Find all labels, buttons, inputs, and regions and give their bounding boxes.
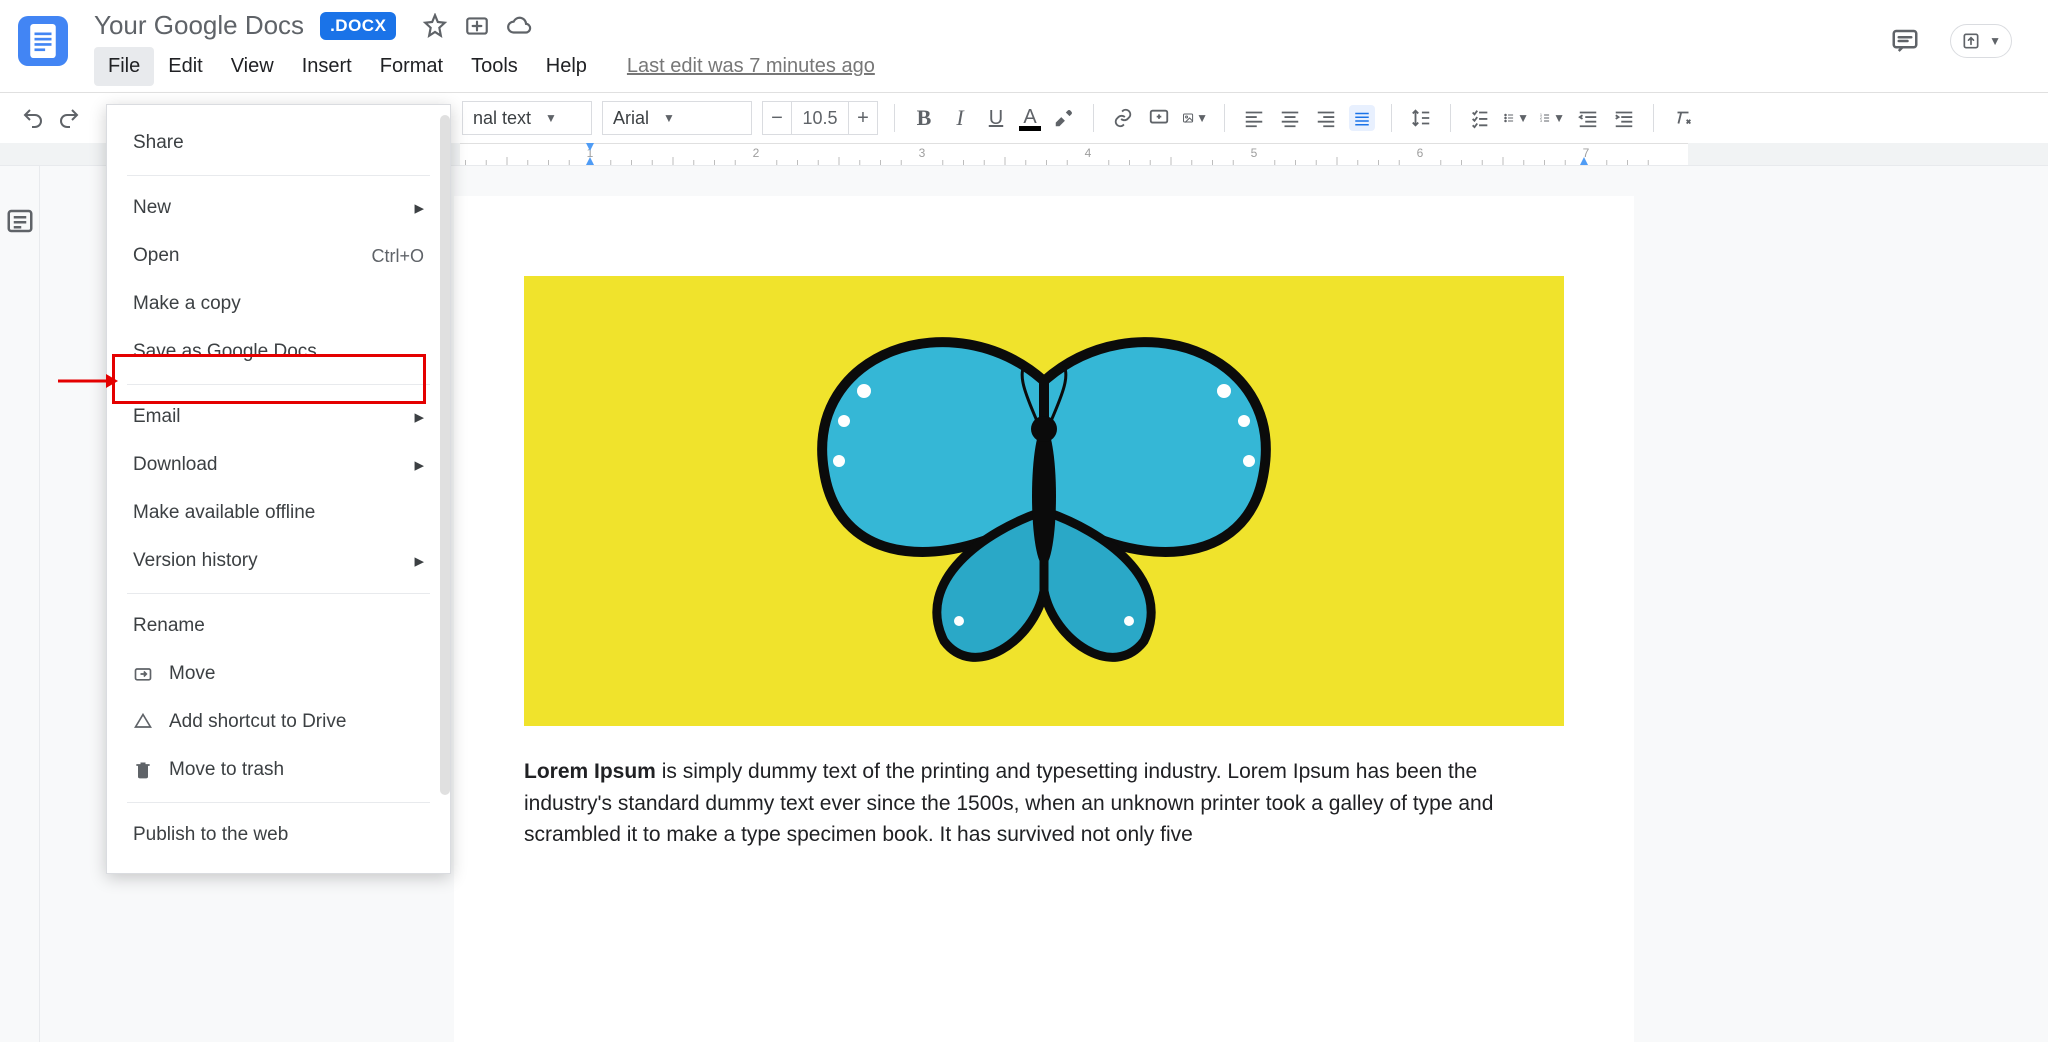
document-title[interactable]: Your Google Docs [94, 10, 304, 41]
chevron-down-icon: ▼ [663, 111, 675, 125]
font-dropdown[interactable]: Arial ▼ [602, 101, 752, 135]
bulleted-list-button[interactable]: ▼ [1503, 105, 1529, 131]
menu-download[interactable]: Download▸ [107, 441, 450, 489]
document-page[interactable]: Lorem Ipsum is simply dummy text of the … [454, 196, 1634, 1042]
svg-text:3: 3 [1540, 119, 1542, 123]
insert-image-button[interactable]: ▼ [1182, 105, 1208, 131]
align-center-button[interactable] [1277, 105, 1303, 131]
menu-new[interactable]: New▸ [107, 184, 450, 232]
svg-text:3: 3 [919, 146, 926, 160]
submenu-icon: ▸ [414, 550, 424, 573]
document-body[interactable]: Lorem Ipsum is simply dummy text of the … [524, 756, 1564, 851]
menu-open[interactable]: OpenCtrl+O [107, 232, 450, 280]
add-comment-button[interactable] [1146, 105, 1172, 131]
drive-shortcut-icon [133, 712, 155, 732]
menu-save-as-google-docs[interactable]: Save as Google Docs [107, 328, 450, 376]
share-button[interactable]: ▼ [1950, 24, 2012, 58]
font-size-field[interactable]: 10.5 [792, 101, 848, 135]
comments-icon[interactable] [1890, 26, 1920, 56]
star-icon[interactable] [422, 13, 448, 39]
menu-file[interactable]: File [94, 47, 154, 86]
underline-button[interactable]: U [983, 105, 1009, 131]
italic-button[interactable]: I [947, 105, 973, 131]
docs-logo[interactable] [18, 16, 68, 66]
chevron-down-icon: ▼ [1517, 111, 1529, 125]
chevron-down-icon: ▼ [1196, 111, 1208, 125]
align-right-button[interactable] [1313, 105, 1339, 131]
menu-version-history[interactable]: Version history▸ [107, 537, 450, 585]
redo-button[interactable] [56, 105, 82, 131]
menu-offline[interactable]: Make available offline [107, 489, 450, 537]
increase-indent-button[interactable] [1611, 105, 1637, 131]
decrease-indent-button[interactable] [1575, 105, 1601, 131]
link-button[interactable] [1110, 105, 1136, 131]
chevron-down-icon: ▼ [1553, 111, 1565, 125]
menu-rename[interactable]: Rename [107, 602, 450, 650]
folder-move-icon [133, 664, 155, 684]
bold-button[interactable]: B [911, 105, 937, 131]
style-label: nal text [473, 108, 531, 129]
checklist-button[interactable] [1467, 105, 1493, 131]
document-icon [30, 24, 56, 58]
menu-add-shortcut[interactable]: Add shortcut to Drive [107, 698, 450, 746]
align-justify-button[interactable] [1349, 105, 1375, 131]
chevron-down-icon: ▼ [1989, 34, 2001, 48]
document-image[interactable] [524, 276, 1564, 726]
decrease-font-button[interactable]: − [762, 101, 792, 135]
menu-edit[interactable]: Edit [154, 47, 216, 86]
menu-insert[interactable]: Insert [288, 47, 366, 86]
align-left-button[interactable] [1241, 105, 1267, 131]
body-heading: Lorem Ipsum [524, 760, 656, 783]
menu-move-to-trash[interactable]: Move to trash [107, 746, 450, 794]
cloud-icon[interactable] [506, 13, 532, 39]
submenu-icon: ▸ [414, 406, 424, 429]
chevron-down-icon: ▼ [545, 111, 557, 125]
font-label: Arial [613, 108, 649, 129]
submenu-icon: ▸ [414, 197, 424, 220]
increase-font-button[interactable]: + [848, 101, 878, 135]
menu-view[interactable]: View [217, 47, 288, 86]
menu-tools[interactable]: Tools [457, 47, 532, 86]
docx-badge: .DOCX [320, 12, 396, 40]
last-edit-link[interactable]: Last edit was 7 minutes ago [627, 55, 875, 78]
outline-icon[interactable] [5, 206, 35, 236]
svg-text:6: 6 [1417, 146, 1424, 160]
menu-email[interactable]: Email▸ [107, 393, 450, 441]
file-menu-dropdown: Share New▸ OpenCtrl+O Make a copy Save a… [106, 104, 451, 874]
butterfly-image [724, 321, 1364, 681]
menu-make-copy[interactable]: Make a copy [107, 280, 450, 328]
submenu-icon: ▸ [414, 454, 424, 477]
text-color-button[interactable]: A [1019, 106, 1041, 131]
svg-text:4: 4 [1085, 146, 1092, 160]
clear-formatting-button[interactable] [1670, 105, 1696, 131]
menu-format[interactable]: Format [366, 47, 457, 86]
move-icon[interactable] [464, 13, 490, 39]
menubar: File Edit View Insert Format Tools Help … [94, 47, 1890, 86]
undo-button[interactable] [20, 105, 46, 131]
paragraph-style-dropdown[interactable]: nal text ▼ [462, 101, 592, 135]
upload-icon [1961, 31, 1981, 51]
svg-text:2: 2 [753, 146, 760, 160]
menu-share[interactable]: Share [107, 119, 450, 167]
menu-move[interactable]: Move [107, 650, 450, 698]
menu-help[interactable]: Help [532, 47, 601, 86]
menu-publish[interactable]: Publish to the web [107, 811, 450, 859]
body-text: is simply dummy text of the printing and… [524, 760, 1493, 846]
numbered-list-button[interactable]: 123▼ [1539, 105, 1565, 131]
highlight-button[interactable] [1051, 105, 1077, 131]
dropdown-scrollbar[interactable] [440, 115, 450, 795]
line-spacing-button[interactable] [1408, 105, 1434, 131]
svg-text:5: 5 [1251, 146, 1258, 160]
trash-icon [133, 760, 155, 780]
